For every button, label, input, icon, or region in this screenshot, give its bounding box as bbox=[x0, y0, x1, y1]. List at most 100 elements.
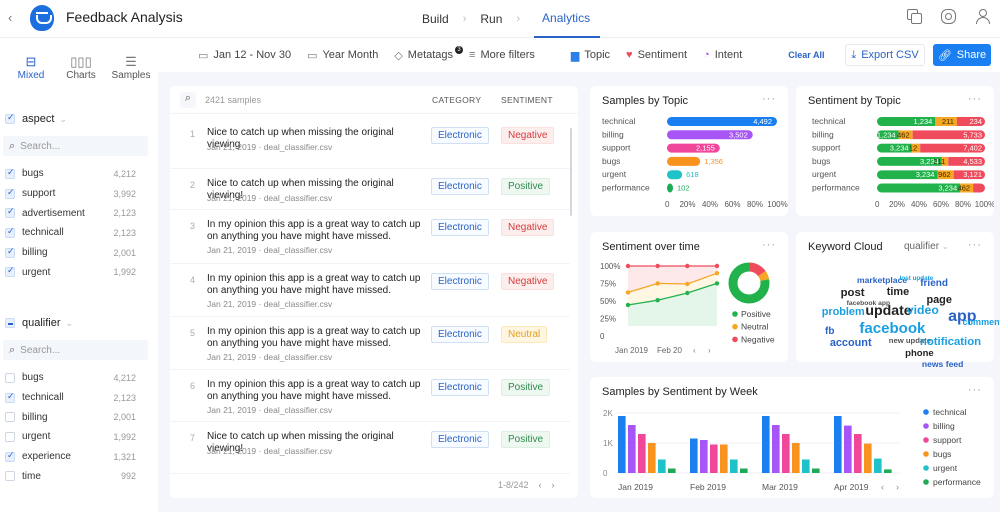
sentiment-tag[interactable]: Positive bbox=[501, 178, 551, 195]
bar-urgent[interactable] bbox=[802, 459, 810, 474]
sentiment-tag[interactable]: Neutral bbox=[501, 326, 548, 343]
sentiment-chip[interactable]: ♥ Sentiment bbox=[626, 49, 687, 61]
more-filters-button[interactable]: ≡ More filters bbox=[469, 49, 535, 61]
category-tag[interactable]: Electronic bbox=[431, 326, 489, 343]
sample-row[interactable]: 2 Nice to catch up when missing the orig… bbox=[170, 169, 570, 210]
data-point[interactable] bbox=[655, 281, 660, 286]
clear-all-button[interactable]: Clear All bbox=[788, 50, 824, 60]
search-icon[interactable]: ⌕ bbox=[180, 92, 196, 108]
sentiment-tag[interactable]: Negative bbox=[501, 127, 555, 144]
filter-option[interactable]: billing 2,001 bbox=[0, 243, 158, 263]
keyword[interactable]: time bbox=[887, 286, 909, 298]
prev-icon[interactable]: ‹ bbox=[693, 346, 696, 355]
data-point[interactable] bbox=[685, 263, 690, 269]
option-checkbox[interactable] bbox=[5, 391, 15, 403]
user-icon[interactable] bbox=[974, 8, 990, 24]
option-checkbox[interactable] bbox=[5, 471, 15, 482]
keyword[interactable]: post bbox=[841, 287, 865, 299]
tab-mixed[interactable]: ⊟ Mixed bbox=[6, 54, 56, 90]
intent-chip[interactable]: ◔ Intent bbox=[703, 49, 742, 61]
bar-performance[interactable] bbox=[740, 468, 748, 474]
category-tag[interactable]: Electronic bbox=[431, 431, 489, 448]
data-point[interactable] bbox=[714, 281, 720, 286]
topic-chip[interactable]: ▆ Topic bbox=[571, 49, 610, 62]
option-checkbox[interactable] bbox=[5, 246, 15, 258]
bar[interactable] bbox=[667, 156, 701, 166]
stacked-segment[interactable] bbox=[973, 183, 985, 193]
settings-icon[interactable] bbox=[940, 8, 956, 24]
export-csv-button[interactable]: ⤓ Export CSV bbox=[845, 44, 925, 66]
metatags-filter[interactable]: ◇ Metatags bbox=[394, 49, 453, 62]
legend-label[interactable]: urgent bbox=[933, 463, 958, 473]
option-checkbox[interactable] bbox=[5, 206, 15, 219]
next-icon[interactable]: › bbox=[708, 346, 711, 355]
bar-technical[interactable] bbox=[834, 416, 842, 473]
nav-build[interactable]: Build bbox=[422, 12, 449, 26]
date-range-filter[interactable]: ▭ Jan 12 - Nov 30 bbox=[198, 49, 291, 62]
tab-charts[interactable]: ▯▯▯ Charts bbox=[56, 54, 106, 90]
filter-option[interactable]: technicall 2,123 bbox=[0, 223, 158, 243]
data-point[interactable] bbox=[625, 302, 631, 308]
keyword[interactable]: phone bbox=[905, 348, 934, 359]
filter-search-input[interactable]: ⌕ Search... bbox=[3, 340, 148, 360]
bar-billing[interactable] bbox=[700, 440, 708, 473]
legend-label[interactable]: performance bbox=[933, 477, 981, 487]
bar-bugs[interactable] bbox=[648, 443, 656, 473]
data-point[interactable] bbox=[714, 271, 720, 276]
share-button[interactable]: 🔗︎ Share bbox=[933, 44, 991, 66]
bar-performance[interactable] bbox=[884, 469, 892, 473]
legend-label[interactable]: bugs bbox=[933, 449, 951, 459]
sample-row[interactable]: 3 In my opinion this app is a great way … bbox=[170, 210, 570, 264]
option-checkbox[interactable] bbox=[5, 412, 15, 423]
data-point[interactable] bbox=[714, 263, 720, 269]
bar[interactable] bbox=[667, 183, 673, 193]
keyword[interactable]: fb bbox=[825, 326, 834, 337]
bar-technical[interactable] bbox=[690, 438, 698, 474]
copy-icon[interactable] bbox=[906, 8, 922, 24]
bar-bugs[interactable] bbox=[720, 444, 728, 474]
filter-option[interactable]: urgent 1,992 bbox=[0, 427, 158, 447]
group-checkbox[interactable] bbox=[5, 318, 15, 328]
category-tag[interactable]: Electronic bbox=[431, 379, 489, 396]
bar-performance[interactable] bbox=[812, 468, 820, 474]
data-point[interactable] bbox=[655, 263, 660, 269]
sentiment-tag[interactable]: Negative bbox=[501, 273, 555, 290]
prev-icon[interactable]: ‹ bbox=[881, 482, 884, 492]
category-tag[interactable]: Electronic bbox=[431, 127, 489, 144]
keyword[interactable]: account bbox=[830, 337, 872, 349]
filter-option[interactable]: technicall 2,123 bbox=[0, 388, 158, 408]
sentiment-tag[interactable]: Positive bbox=[501, 431, 551, 448]
next-icon[interactable]: › bbox=[896, 482, 899, 492]
bar[interactable] bbox=[667, 170, 683, 180]
bar-technical[interactable] bbox=[618, 416, 626, 473]
back-icon[interactable]: ‹ bbox=[8, 10, 12, 25]
data-point[interactable] bbox=[685, 281, 690, 287]
data-point[interactable] bbox=[685, 290, 690, 296]
sentiment-tag[interactable]: Positive bbox=[501, 379, 551, 396]
option-checkbox[interactable] bbox=[5, 450, 15, 462]
bar-urgent[interactable] bbox=[658, 459, 666, 474]
filter-option[interactable]: experience 1,321 bbox=[0, 447, 158, 467]
data-point[interactable] bbox=[625, 263, 631, 269]
option-checkbox[interactable] bbox=[5, 167, 15, 179]
keyword[interactable]: notification bbox=[920, 336, 981, 348]
sample-row[interactable]: 6 In my opinion this app is a great way … bbox=[170, 370, 570, 422]
column-header-category[interactable]: CATEGORY bbox=[432, 95, 481, 105]
bar-support[interactable] bbox=[782, 434, 790, 473]
filter-option[interactable]: urgent 1,992 bbox=[0, 262, 158, 282]
filter-option[interactable]: bugs 4,212 bbox=[0, 368, 158, 388]
category-tag[interactable]: Electronic bbox=[431, 273, 489, 290]
option-checkbox[interactable] bbox=[5, 265, 15, 278]
keyword[interactable]: video bbox=[907, 303, 939, 317]
scrollbar[interactable] bbox=[570, 128, 572, 216]
filter-group-header[interactable]: aspect ⌄ bbox=[0, 110, 158, 128]
filter-option[interactable]: advertisement 2,123 bbox=[0, 203, 158, 223]
sample-row[interactable]: 7 Nice to catch up when missing the orig… bbox=[170, 422, 570, 474]
next-page-icon[interactable]: › bbox=[552, 480, 555, 490]
legend-label[interactable]: technical bbox=[933, 407, 967, 417]
sample-row[interactable]: 5 In my opinion this app is a great way … bbox=[170, 317, 570, 370]
bar-billing[interactable] bbox=[628, 425, 636, 473]
prev-page-icon[interactable]: ‹ bbox=[539, 480, 542, 490]
bar-support[interactable] bbox=[854, 434, 862, 473]
data-point[interactable] bbox=[655, 298, 660, 303]
